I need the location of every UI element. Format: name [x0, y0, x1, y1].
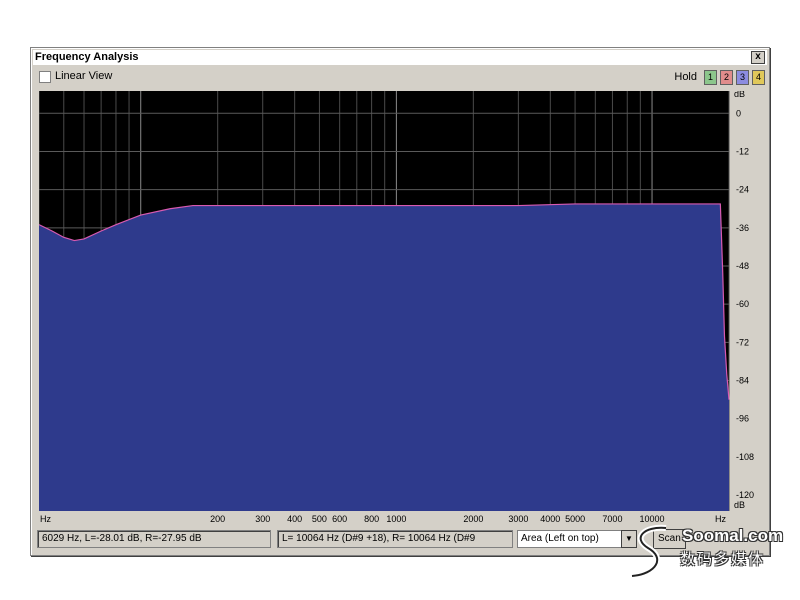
x-tick-label: 800 — [364, 514, 379, 524]
close-button[interactable]: x — [751, 51, 765, 64]
hold-button-3[interactable]: 3 — [736, 70, 749, 85]
frequency-plot[interactable]: 0 -12 -24 -36 -48 -60 -72 -84 -96 -108 -120 200 300… — [39, 91, 761, 529]
watermark-s-icon — [631, 524, 667, 579]
y-tick-label: -96 — [736, 414, 749, 424]
hold-button-1[interactable]: 1 — [704, 70, 717, 85]
watermark-line1: Soomal.com — [682, 526, 784, 545]
x-tick-label: 7000 — [602, 514, 622, 524]
x-axis-unit-left: Hz — [40, 514, 51, 524]
y-tick-label: -84 — [736, 376, 749, 386]
x-tick-label: 200 — [210, 514, 225, 524]
frequency-analysis-window: Frequency Analysis x Linear View Hold 1 … — [30, 47, 770, 556]
y-axis-unit-top: dB — [734, 91, 745, 99]
y-tick-label: -48 — [736, 261, 749, 271]
x-tick-label: 2000 — [463, 514, 483, 524]
y-tick-label: -24 — [736, 185, 749, 195]
y-tick-label: -72 — [736, 337, 749, 347]
x-tick-label: 1000 — [386, 514, 406, 524]
x-tick-label: 4000 — [540, 514, 560, 524]
y-tick-label: -108 — [736, 452, 754, 462]
x-tick-label: 5000 — [565, 514, 585, 524]
window-title: Frequency Analysis — [35, 51, 139, 63]
hold-button-2[interactable]: 2 — [720, 70, 733, 85]
y-tick-label: 0 — [736, 108, 741, 118]
hold-label: Hold — [674, 71, 697, 83]
cursor-readout: 6029 Hz, L=-28.01 dB, R=-27.95 dB — [37, 530, 271, 548]
watermark-line2: 数码多媒体 — [680, 551, 766, 568]
linear-view-label: Linear View — [55, 70, 113, 82]
toolbar: Linear View Hold 1 2 3 4 — [37, 68, 765, 86]
display-mode-select[interactable]: Area (Left on top) — [517, 530, 622, 548]
linear-view-checkbox[interactable] — [39, 71, 51, 83]
y-tick-label: -60 — [736, 299, 749, 309]
y-tick-label: -12 — [736, 146, 749, 156]
hold-button-4[interactable]: 4 — [752, 70, 765, 85]
watermark-logo: Soomal.com 数码多媒体 — [626, 522, 796, 582]
x-tick-label: 3000 — [508, 514, 528, 524]
peak-readout: L= 10064 Hz (D#9 +18), R= 10064 Hz (D#9 — [277, 530, 513, 548]
spectrum-area — [39, 203, 729, 511]
x-tick-label: 300 — [255, 514, 270, 524]
y-axis-unit-bottom: dB — [734, 500, 745, 510]
y-tick-label: -36 — [736, 223, 749, 233]
y-tick-label: -120 — [736, 490, 754, 500]
window-titlebar: Frequency Analysis x — [33, 50, 767, 65]
x-tick-label: 600 — [332, 514, 347, 524]
x-tick-label: 500 — [312, 514, 327, 524]
x-tick-label: 400 — [287, 514, 302, 524]
